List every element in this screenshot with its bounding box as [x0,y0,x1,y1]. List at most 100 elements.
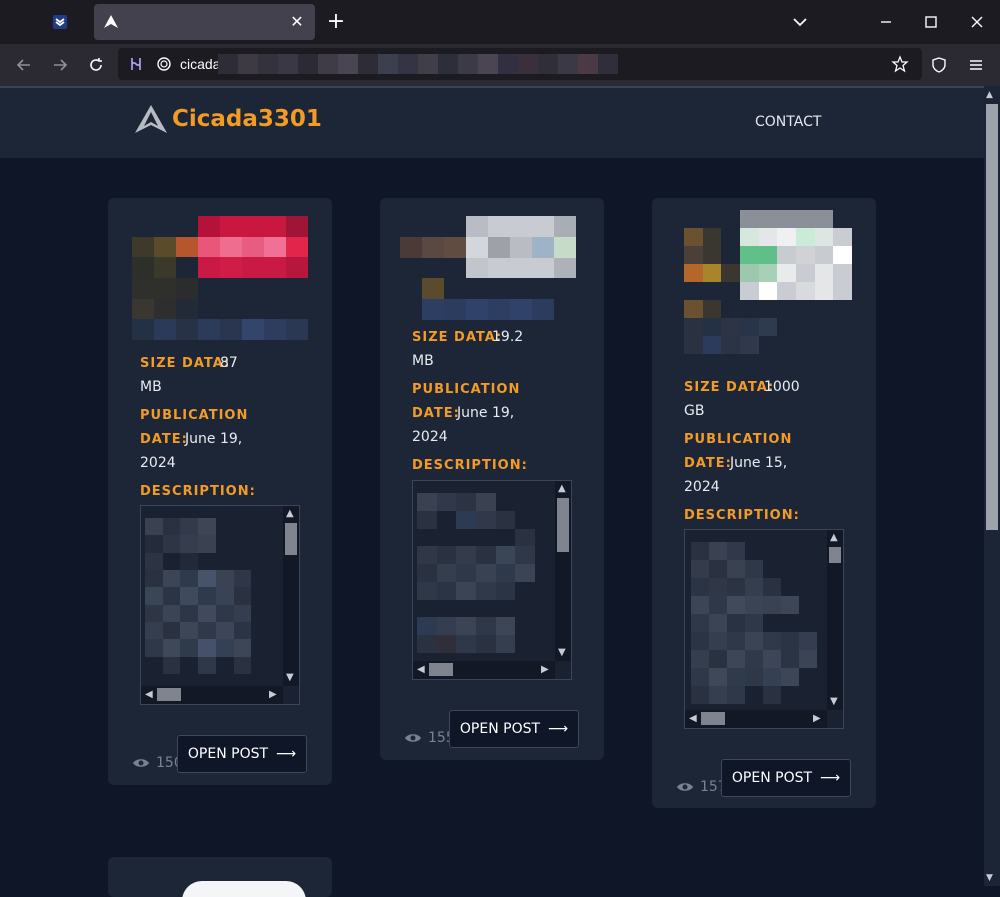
browser-chrome: ✕ + cicadal [0,0,1000,86]
address-bar[interactable]: cicadal [118,48,922,80]
nav-contact-link[interactable]: CONTACT [755,114,821,130]
date-year: 2024 [140,455,176,471]
active-tab[interactable]: ✕ [94,4,315,40]
post-card: SIZE DATA: 19.2 MB PUBLICATION DATE: Jun… [380,198,604,760]
scroll-down-arrow-icon[interactable]: ▼ [830,697,838,707]
scroll-up-icon[interactable]: ▲ [986,90,993,100]
open-post-button[interactable]: OPEN POST ⟶ [721,759,851,797]
description-text-redacted [145,518,269,674]
vertical-scroll-thumb[interactable] [285,523,297,555]
description-textarea[interactable]: ▲ ▼ ◀ ▶ [140,505,300,705]
publication-label: PUBLICATION [412,382,521,397]
scroll-down-arrow-icon[interactable]: ▼ [558,648,566,658]
vertical-scroll-thumb[interactable] [829,547,841,563]
post-thumbnail-redacted [132,216,308,340]
scroll-right-arrow-icon[interactable]: ▶ [269,690,277,700]
horizontal-scroll-thumb[interactable] [429,663,453,676]
publication-label: PUBLICATION [140,408,249,423]
date-value: June 15, [730,455,788,471]
size-value: 1000 [764,379,800,395]
scroll-down-arrow-icon[interactable]: ▼ [286,673,294,683]
publication-label: PUBLICATION [684,432,793,447]
arrow-right-icon: ⟶ [276,746,297,762]
size-label: SIZE DATA: [412,330,503,345]
cicada-favicon-icon [104,15,118,28]
logo-text: Cicada3301 [172,106,322,132]
size-label: SIZE DATA: [684,380,775,395]
scroll-up-arrow-icon[interactable]: ▲ [830,533,838,543]
view-count: 155 [404,730,455,746]
size-value: 19.2 [492,329,524,345]
date-value: June 19, [185,431,243,447]
date-value: June 19, [457,405,515,421]
horizontal-scroll-thumb[interactable] [701,712,725,725]
size-unit: GB [684,403,705,419]
date-label: DATE: [684,456,732,471]
pinned-tab[interactable] [44,6,76,38]
description-label: DESCRIPTION: [684,508,800,523]
vertical-scroll-thumb[interactable] [557,498,569,552]
description-textarea[interactable]: ▲ ▼ ◀ ▶ [684,529,844,729]
new-tab-button[interactable]: + [324,10,348,34]
eye-icon [133,759,149,767]
url-redacted [218,54,618,74]
tracking-protection-icon[interactable] [156,56,172,72]
scroll-up-arrow-icon[interactable]: ▲ [558,484,566,494]
post-card-partial [108,857,332,897]
maximize-icon[interactable] [917,8,945,36]
arrow-right-icon: ⟶ [548,721,569,737]
eye-icon [677,783,693,791]
eye-icon [405,734,421,742]
view-count: 150 [132,755,183,771]
tab-strip: ✕ + [0,0,1000,44]
scroll-up-arrow-icon[interactable]: ▲ [286,509,294,519]
scroll-right-arrow-icon[interactable]: ▶ [541,665,549,675]
tab-list-icon[interactable] [788,10,812,34]
back-icon[interactable] [11,52,37,78]
description-text-redacted [691,542,817,704]
open-post-label: OPEN POST [459,721,541,737]
post-card: SIZE DATA: 1000 GB PUBLICATION DATE: Jun… [652,198,876,808]
size-label: SIZE DATA: [140,356,231,371]
cicada-logo-icon [135,105,167,133]
scroll-down-icon[interactable]: ▼ [986,873,993,883]
menu-icon[interactable] [963,52,989,78]
description-label: DESCRIPTION: [140,484,256,499]
date-label: DATE: [412,406,460,421]
pinned-tab-favicon-icon [53,15,67,29]
size-unit: MB [140,379,162,395]
description-textarea[interactable]: ▲ ▼ ◀ ▶ [412,480,572,680]
site-logo[interactable]: Cicada3301 [134,104,322,134]
scroll-left-arrow-icon[interactable]: ◀ [145,690,153,700]
close-window-icon[interactable] [963,8,991,36]
minimize-icon[interactable] [872,8,900,36]
open-post-label: OPEN POST [187,746,269,762]
date-year: 2024 [684,479,720,495]
description-text-redacted [417,493,535,653]
extension-icon[interactable] [128,56,144,72]
reload-icon[interactable] [83,52,109,78]
post-thumbnail-redacted [684,210,852,354]
open-post-button[interactable]: OPEN POST ⟶ [449,710,579,748]
post-thumbnail-redacted [400,216,576,320]
scroll-left-arrow-icon[interactable]: ◀ [689,714,697,724]
post-thumbnail-partial [182,881,306,897]
post-card: SIZE DATA: 87 MB PUBLICATION DATE: June … [108,198,332,785]
arrow-right-icon: ⟶ [820,770,841,786]
date-label: DATE: [140,432,188,447]
view-count: 157 [676,779,727,795]
open-post-label: OPEN POST [731,770,813,786]
scroll-right-arrow-icon[interactable]: ▶ [813,714,821,724]
page-scrollbar-thumb[interactable] [986,104,998,530]
scroll-left-arrow-icon[interactable]: ◀ [417,665,425,675]
forward-icon[interactable] [47,52,73,78]
bookmark-star-icon[interactable] [891,55,909,73]
shield-icon[interactable] [926,52,952,78]
horizontal-scroll-thumb[interactable] [157,688,181,701]
tab-close-icon[interactable]: ✕ [287,12,307,32]
size-value: 87 [220,355,238,371]
description-label: DESCRIPTION: [412,458,528,473]
open-post-button[interactable]: OPEN POST ⟶ [177,735,307,773]
date-year: 2024 [412,429,448,445]
size-unit: MB [412,353,434,369]
